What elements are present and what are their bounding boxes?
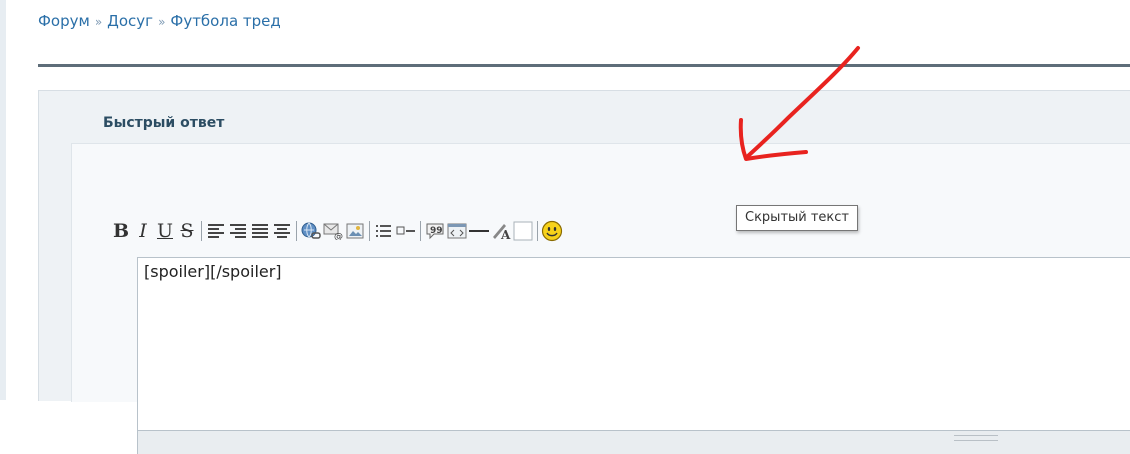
email-icon: @ — [323, 223, 343, 240]
image-button[interactable] — [344, 219, 366, 243]
quote-button[interactable]: 99 — [424, 219, 446, 243]
svg-text:A: A — [500, 228, 511, 240]
underline-button[interactable]: U — [154, 219, 176, 243]
smiley-icon — [541, 220, 563, 242]
toolbar-separator — [296, 221, 297, 241]
hidden-text-tooltip: Скрытый текст — [736, 205, 859, 231]
header-divider — [38, 64, 1130, 67]
list-item-button[interactable] — [395, 219, 417, 243]
message-textarea[interactable]: [spoiler][/spoiler] — [137, 257, 1130, 431]
font-color-button[interactable]: A — [490, 219, 512, 243]
list-item-icon — [396, 226, 415, 235]
breadcrumb-thread[interactable]: Футбола тред — [170, 12, 280, 30]
textarea-resize-bar[interactable] — [137, 431, 1130, 454]
image-icon — [346, 223, 364, 239]
emoticons-button[interactable] — [541, 219, 563, 243]
quick-reply-panel: Быстрый ответ B I U S @ 99 A [spoiler][/… — [38, 90, 1130, 454]
code-icon — [447, 223, 467, 239]
breadcrumb-forum[interactable]: Форум — [38, 12, 90, 30]
page-left-border — [0, 0, 6, 400]
svg-text:@: @ — [334, 232, 343, 240]
align-center-icon — [274, 224, 290, 238]
blank-square-icon — [513, 221, 533, 241]
hr-icon — [469, 230, 489, 232]
breadcrumb-leisure[interactable]: Досуг — [107, 12, 153, 30]
link-button[interactable] — [300, 219, 322, 243]
link-icon — [301, 222, 321, 239]
justify-button[interactable] — [249, 219, 271, 243]
quick-reply-title: Быстрый ответ — [103, 115, 225, 131]
toolbar-separator — [537, 221, 538, 241]
align-right-icon — [230, 224, 246, 238]
hidden-text-button[interactable] — [512, 219, 534, 243]
quote-icon: 99 — [426, 223, 444, 240]
breadcrumb: Форум » Досуг » Футбола тред — [38, 12, 281, 30]
breadcrumb-separator: » — [94, 15, 103, 29]
strikethrough-button[interactable]: S — [176, 219, 198, 243]
align-left-icon — [208, 224, 224, 238]
list-button[interactable] — [373, 219, 395, 243]
italic-button[interactable]: I — [132, 219, 154, 243]
justify-icon — [252, 224, 268, 238]
horizontal-rule-button[interactable] — [468, 219, 490, 243]
resize-grip[interactable] — [954, 435, 998, 441]
toolbar-separator — [369, 221, 370, 241]
editor-toolbar: B I U S @ 99 A — [110, 216, 563, 246]
bold-button[interactable]: B — [110, 219, 132, 243]
font-color-icon: A — [493, 224, 511, 240]
align-center-button[interactable] — [271, 219, 293, 243]
align-right-button[interactable] — [227, 219, 249, 243]
list-icon — [376, 225, 391, 237]
code-button[interactable] — [446, 219, 468, 243]
svg-text:99: 99 — [430, 226, 443, 236]
align-left-button[interactable] — [205, 219, 227, 243]
editor-container: B I U S @ 99 A [spoiler][/spoiler] — [71, 143, 1130, 454]
toolbar-separator — [201, 221, 202, 241]
toolbar-separator — [420, 221, 421, 241]
breadcrumb-separator: » — [158, 15, 166, 29]
email-button[interactable]: @ — [322, 219, 344, 243]
